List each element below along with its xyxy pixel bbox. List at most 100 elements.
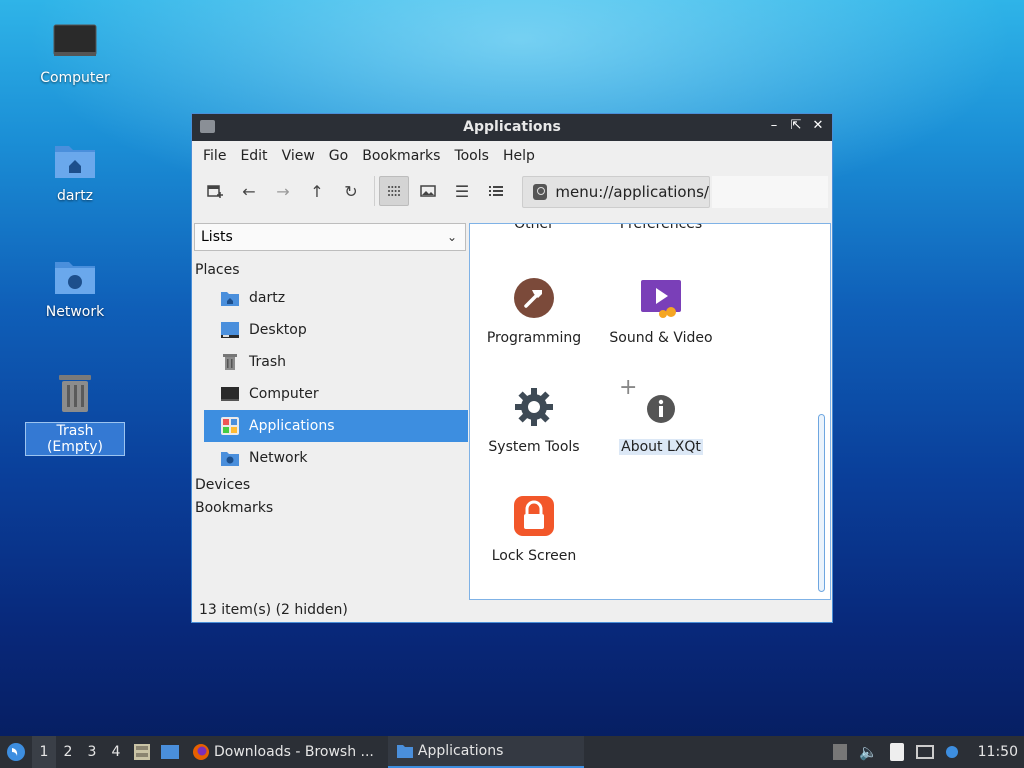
desktop-icon-label: Network <box>45 304 105 320</box>
window-titlebar[interactable]: Applications – ⇱ ✕ <box>192 114 832 141</box>
folder-item-programming[interactable]: Programming <box>470 276 598 346</box>
side-pane-mode-value: Lists <box>201 229 233 245</box>
desktop-icon-computer[interactable]: Computer <box>25 22 125 86</box>
sidebar-item-desktop[interactable]: Desktop <box>204 314 468 346</box>
places-header[interactable]: Places <box>192 259 468 282</box>
folder-item-label: About LXQt <box>619 439 703 455</box>
network-status-icon[interactable] <box>915 745 934 759</box>
up-button[interactable]: ↑ <box>302 176 332 206</box>
sidebar-item-trash[interactable]: Trash <box>204 346 468 378</box>
toolbar-separator <box>374 176 375 206</box>
firefox-icon <box>193 744 209 760</box>
folder-view[interactable]: Other Preferences Programming Sound & Vi… <box>469 223 831 600</box>
thumbnail-view-button[interactable] <box>413 176 443 206</box>
arrow-left-icon: ← <box>242 181 256 201</box>
icon-view-button[interactable] <box>379 176 409 206</box>
workspace-1[interactable]: 1 <box>32 736 56 768</box>
path-bar-empty[interactable] <box>712 176 828 208</box>
lock-icon <box>514 496 554 536</box>
folder-item-lock-screen[interactable]: Lock Screen <box>470 494 598 564</box>
status-bar: 13 item(s) (2 hidden) <box>199 602 348 618</box>
folder-item-other[interactable]: Other <box>470 223 598 232</box>
menu-go[interactable]: Go <box>322 148 355 164</box>
path-text: menu://applications/ <box>555 183 709 201</box>
desktop-icon <box>221 322 239 338</box>
trash-icon <box>59 375 91 412</box>
reload-button[interactable]: ↻ <box>336 176 366 206</box>
sidebar-item-applications[interactable]: Applications <box>204 410 468 442</box>
start-menu-button[interactable] <box>0 736 32 768</box>
grid-icon <box>388 186 400 196</box>
volume-icon[interactable]: 🔈 <box>859 743 878 761</box>
workspace-3[interactable]: 3 <box>80 736 104 768</box>
show-desktop-icon <box>161 745 179 759</box>
quicklaunch-files[interactable] <box>128 736 156 768</box>
folder-item-label: Other <box>514 223 554 232</box>
desktop-icon-label: dartz <box>56 188 94 204</box>
sidebar-item-label: dartz <box>249 290 286 306</box>
desktop-icon-trash[interactable]: Trash (Empty) <box>25 372 125 456</box>
trash-icon <box>223 354 237 370</box>
eject-icon[interactable] <box>832 744 847 760</box>
workspace-4[interactable]: 4 <box>104 736 128 768</box>
sidebar-item-label: Applications <box>249 418 335 434</box>
folder-item-label: Lock Screen <box>491 548 577 564</box>
computer-icon <box>53 24 97 56</box>
minimize-icon[interactable]: – <box>766 118 782 134</box>
maximize-icon[interactable]: ⇱ <box>788 118 804 134</box>
folder-item-preferences[interactable]: Preferences <box>597 224 725 232</box>
new-tab-button[interactable] <box>200 176 230 206</box>
arrow-right-icon: → <box>276 181 290 201</box>
applications-icon <box>221 417 239 435</box>
folder-item-about-lxqt[interactable]: + About LXQt <box>597 375 725 455</box>
devices-header[interactable]: Devices <box>192 474 468 497</box>
menu-bookmarks[interactable]: Bookmarks <box>355 148 447 164</box>
lxqt-logo-icon <box>7 743 25 761</box>
forward-button[interactable]: → <box>268 176 298 206</box>
sidebar-item-network[interactable]: Network <box>204 442 468 474</box>
vertical-scrollbar[interactable] <box>818 414 825 592</box>
sidebar-item-label: Desktop <box>249 322 307 338</box>
menu-view[interactable]: View <box>275 148 322 164</box>
desktop-icon-network[interactable]: Network <box>25 256 125 320</box>
path-bar[interactable]: menu://applications/ <box>522 176 710 208</box>
clipboard-icon[interactable] <box>889 743 904 761</box>
close-icon[interactable]: ✕ <box>810 118 826 134</box>
compact-view-button[interactable]: ☰ <box>447 176 477 206</box>
file-cabinet-icon <box>134 744 150 760</box>
sidebar-item-dartz[interactable]: dartz <box>204 282 468 314</box>
menu-help[interactable]: Help <box>496 148 542 164</box>
clock[interactable]: 11:50 <box>978 744 1018 760</box>
reload-icon: ↻ <box>344 181 358 201</box>
menu-bar: File Edit View Go Bookmarks Tools Help <box>192 141 832 171</box>
quicklaunch-desktop[interactable] <box>156 736 184 768</box>
folder-item-label: Sound & Video <box>609 330 713 346</box>
notification-icon[interactable] <box>945 746 958 758</box>
menu-tools[interactable]: Tools <box>447 148 496 164</box>
system-tray: 🔈 11:50 <box>832 743 1024 761</box>
menu-edit[interactable]: Edit <box>233 148 274 164</box>
side-pane-mode-select[interactable]: Lists ⌄ <box>194 223 466 251</box>
file-manager-window: Applications – ⇱ ✕ File Edit View Go Boo… <box>191 113 833 623</box>
menu-file[interactable]: File <box>196 148 233 164</box>
computer-icon <box>221 387 239 401</box>
side-pane: Lists ⌄ Places dartz Desktop Trash Compu… <box>192 211 468 596</box>
desktop-icon-home[interactable]: dartz <box>25 140 125 204</box>
detailed-view-button[interactable] <box>481 176 511 206</box>
list-icon: ☰ <box>454 181 470 201</box>
workspace-2[interactable]: 2 <box>56 736 80 768</box>
back-button[interactable]: ← <box>234 176 264 206</box>
sidebar-item-computer[interactable]: Computer <box>204 378 468 410</box>
info-icon <box>647 395 675 423</box>
task-downloads-browser[interactable]: Downloads - Browsh ... <box>184 736 382 768</box>
folder-item-sound-video[interactable]: Sound & Video <box>597 276 725 346</box>
network-folder-icon <box>55 262 95 294</box>
arrow-up-icon: ↑ <box>310 181 324 201</box>
bookmarks-header[interactable]: Bookmarks <box>192 497 468 520</box>
network-folder-icon <box>221 452 239 466</box>
task-applications[interactable]: Applications <box>387 736 584 768</box>
folder-item-system-tools[interactable]: System Tools <box>470 385 598 455</box>
gear-icon <box>515 388 553 426</box>
toolbar: ← → ↑ ↻ ☰ menu://applications/ <box>192 171 832 211</box>
folder-icon <box>396 745 413 758</box>
